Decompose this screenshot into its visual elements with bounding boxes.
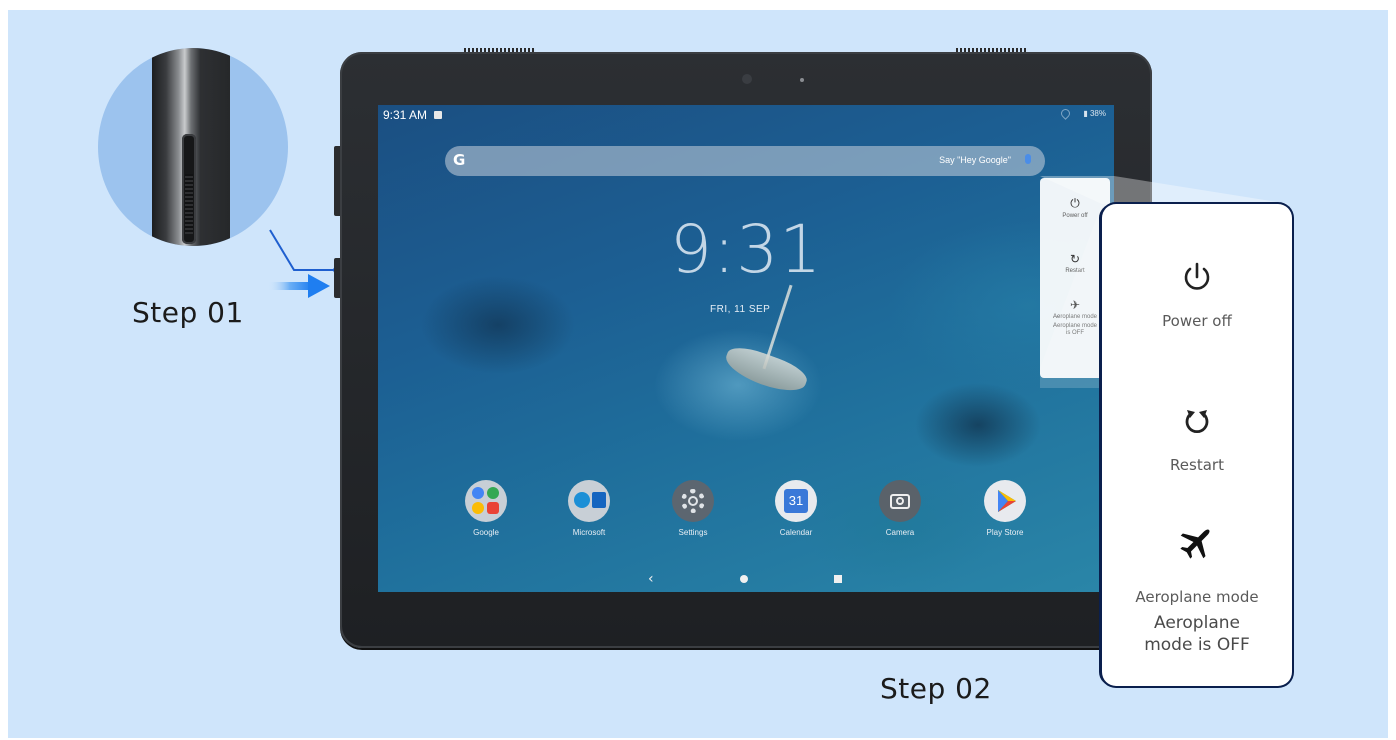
power-off-label: Power off [1162, 312, 1232, 330]
volume-button[interactable] [334, 146, 340, 216]
power-button-zoom-circle [98, 48, 288, 246]
power-icon [1184, 262, 1210, 290]
app-label: Play Store [986, 528, 1024, 537]
lock-clock-date: FRI, 11 SEP [710, 304, 771, 315]
side-power-button-closeup [182, 134, 196, 244]
power-menu-enlarged: Power off Restart Aeroplane mode Aeropla… [1102, 204, 1292, 686]
wifi-icon [1059, 107, 1072, 120]
step-01-label: Step 01 [132, 296, 244, 329]
settings-gear-icon [672, 480, 714, 522]
app-calendar[interactable]: 31 Calendar [756, 480, 836, 537]
restart-option[interactable]: Restart [1102, 406, 1292, 474]
status-time: 9:31 AM [383, 108, 428, 122]
app-play-store[interactable]: Play Store [965, 480, 1045, 537]
app-settings[interactable]: Settings [653, 480, 733, 537]
calendar-icon: 31 [775, 480, 817, 522]
recents-icon[interactable] [834, 575, 842, 583]
microsoft-folder-icon [568, 480, 610, 522]
press-arrow-icon [268, 274, 330, 298]
aeroplane-icon [1180, 529, 1210, 559]
play-store-icon [984, 480, 1026, 522]
app-microsoft[interactable]: Microsoft [549, 480, 629, 537]
restart-icon [1185, 410, 1209, 434]
app-label: Google [473, 528, 499, 537]
app-google[interactable]: Google [446, 480, 526, 537]
light-sensor-icon [800, 78, 804, 82]
camera-icon [879, 480, 921, 522]
zoom-pointer-line [269, 229, 339, 273]
aeroplane-mode-label: Aeroplane mode [1135, 588, 1259, 606]
restart-label: Restart [1170, 456, 1224, 474]
status-bar: 9:31 AM ▮ 38% [378, 105, 1114, 125]
back-icon[interactable]: ‹ [648, 571, 654, 587]
shipwreck-wallpaper [721, 341, 811, 399]
battery-percent: 38% [1089, 109, 1106, 118]
google-search-bar[interactable]: G Say "Hey Google" [445, 146, 1045, 176]
navigation-bar: ‹ [378, 566, 1114, 592]
calendar-date-badge: 31 [784, 489, 808, 513]
notification-icon [434, 111, 442, 119]
aeroplane-mode-option[interactable]: Aeroplane mode Aeroplane mode is OFF [1102, 522, 1292, 656]
app-dock: Google Microsoft Settings 31 Calendar Ca… [378, 480, 1114, 550]
app-label: Settings [678, 528, 708, 537]
microphone-icon[interactable] [1025, 154, 1031, 164]
speaker-grille [464, 48, 534, 52]
lock-clock-time: 9:31 [670, 211, 823, 288]
app-camera[interactable]: Camera [860, 480, 940, 537]
speaker-grille [956, 48, 1026, 52]
front-camera-icon [742, 74, 752, 84]
app-label: Camera [885, 528, 915, 537]
step-02-label: Step 02 [880, 672, 992, 705]
tablet-screen: 9:31 AM ▮ 38% G Say "Hey Google" 9:31 FR… [378, 105, 1114, 592]
search-hint: Say "Hey Google" [939, 155, 1011, 165]
battery-level: ▮ 38% [1083, 109, 1106, 118]
aeroplane-mode-status: Aeroplane mode is OFF [1144, 613, 1250, 655]
google-folder-icon [465, 480, 507, 522]
power-off-option[interactable]: Power off [1102, 260, 1292, 330]
power-button[interactable] [334, 258, 340, 298]
app-label: Microsoft [572, 528, 606, 537]
google-g-icon: G [453, 151, 466, 169]
app-label: Calendar [779, 528, 813, 537]
home-icon[interactable] [740, 575, 748, 583]
